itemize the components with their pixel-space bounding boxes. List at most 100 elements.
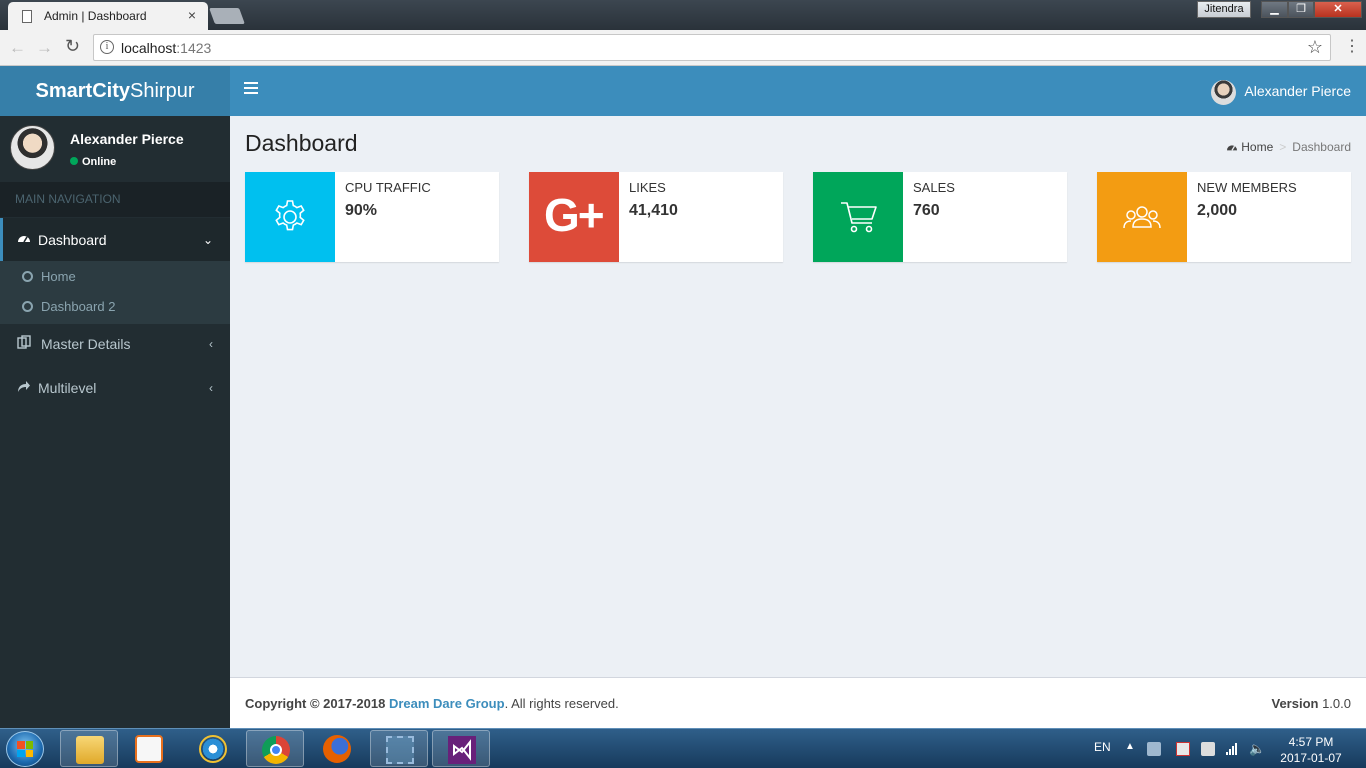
avatar	[1211, 79, 1237, 105]
info-box-icon	[1097, 172, 1187, 262]
internet-explorer-icon	[199, 735, 227, 763]
taskbar-explorer[interactable]	[60, 730, 118, 767]
user-menu[interactable]: Alexander Pierce	[1211, 78, 1351, 105]
volume-icon[interactable]: 🔈	[1249, 742, 1265, 756]
taskbar: EN ▲ 🔈 4:57 PM 2017-01-07	[0, 728, 1366, 768]
tools-icon	[386, 736, 414, 764]
start-button[interactable]	[6, 731, 44, 767]
system-clock[interactable]: 4:57 PM 2017-01-07	[1276, 734, 1346, 766]
app-logo[interactable]: SmartCityShirpur	[0, 66, 230, 116]
taskbar-visual-studio[interactable]	[432, 730, 490, 767]
info-box-new-members: NEW MEMBERS 2,000	[1097, 172, 1351, 262]
sidebar-item-master-details[interactable]: Master Details ‹	[0, 322, 230, 366]
sidebar-item-label: Multilevel	[38, 380, 97, 396]
copyright-text: Copyright © 2017-2018	[245, 696, 389, 711]
breadcrumb-home[interactable]: Home	[1241, 140, 1273, 154]
forward-icon[interactable]: →	[36, 38, 53, 58]
device-icon[interactable]	[1201, 742, 1215, 756]
sidebar-subitem-dashboard2[interactable]: Dashboard 2	[0, 292, 230, 322]
sidebar-item-label: Dashboard	[38, 232, 107, 248]
sidebar-item-dashboard[interactable]: Dashboard ⌄	[0, 218, 230, 262]
taskbar-chrome[interactable]	[246, 730, 304, 767]
media-player-icon	[135, 735, 163, 763]
folder-icon	[76, 736, 104, 764]
windows-logo-icon	[17, 741, 33, 757]
logo-bold: SmartCity	[35, 80, 130, 102]
sidebar-item-label: Master Details	[41, 336, 131, 352]
tab-close-icon[interactable]: ×	[188, 7, 196, 23]
url-text[interactable]: localhost:1423	[121, 40, 211, 56]
url-host: localhost	[121, 40, 177, 56]
page-footer: Copyright © 2017-2018 Dream Dare Group. …	[230, 677, 1366, 728]
tab-title: Admin | Dashboard	[44, 9, 147, 23]
online-dot-icon	[70, 157, 78, 165]
status-text: Online	[82, 156, 117, 168]
breadcrumb-current: Dashboard	[1292, 140, 1351, 154]
info-box-label: NEW MEMBERS	[1197, 180, 1297, 195]
bookmark-star-icon[interactable]: ☆	[1307, 37, 1323, 58]
version-value: 1.0.0	[1318, 696, 1351, 711]
chrome-icon	[262, 736, 290, 764]
info-box-sales: SALES 760	[813, 172, 1067, 262]
info-box-cpu-traffic: CPU TRAFFIC 90%	[245, 172, 499, 262]
clock-date: 2017-01-07	[1280, 751, 1342, 765]
maximize-button[interactable]: ❐	[1288, 1, 1314, 18]
circle-icon	[22, 271, 33, 282]
chevron-left-icon: ‹	[209, 381, 213, 395]
firefox-icon	[323, 735, 351, 763]
subitem-label: Dashboard 2	[41, 299, 116, 314]
share-icon	[17, 366, 31, 410]
info-box-value: 90%	[345, 202, 378, 219]
browser-tab[interactable]: Admin | Dashboard ×	[8, 2, 208, 30]
address-bar[interactable]: i localhost:1423 ☆	[93, 34, 1331, 61]
info-box-value: 760	[913, 202, 940, 219]
browser-menu-icon[interactable]: ⋮	[1344, 36, 1360, 56]
sidebar: Alexander Pierce Online MAIN NAVIGATION …	[0, 116, 230, 768]
sidebar-section-header: MAIN NAVIGATION	[0, 182, 230, 217]
info-box-value: 41,410	[629, 202, 678, 219]
new-tab-button[interactable]	[209, 8, 245, 24]
rights-text: . All rights reserved.	[504, 696, 619, 711]
chevron-left-icon: ‹	[209, 337, 213, 351]
users-icon	[1123, 206, 1161, 229]
taskbar-firefox[interactable]	[308, 730, 366, 767]
company-link[interactable]: Dream Dare Group	[389, 696, 505, 711]
taskbar-ie[interactable]	[184, 730, 242, 767]
back-icon[interactable]: ←	[9, 38, 26, 58]
taskbar-media-player[interactable]	[120, 730, 178, 767]
version: Version 1.0.0	[1272, 696, 1352, 711]
page-title: Dashboard	[245, 130, 358, 156]
info-box-icon	[245, 172, 335, 262]
page-icon	[22, 10, 32, 23]
clock-time: 4:57 PM	[1288, 735, 1334, 749]
info-box-label: LIKES	[629, 180, 666, 195]
signal-icon[interactable]	[1225, 742, 1239, 756]
top-navbar: Alexander Pierce	[230, 66, 1366, 116]
window-user-badge[interactable]: Jitendra	[1197, 1, 1251, 18]
sidebar-item-multilevel[interactable]: Multilevel ‹	[0, 366, 230, 410]
sidebar-user-name: Alexander Pierce	[70, 131, 184, 147]
sidebar-subitem-home[interactable]: Home	[0, 262, 230, 292]
info-box-label: SALES	[913, 180, 955, 195]
info-box-likes: G+ LIKES 41,410	[529, 172, 783, 262]
minimize-button[interactable]: ▁	[1261, 1, 1288, 18]
url-port: :1423	[176, 40, 212, 56]
gear-icon	[275, 200, 305, 231]
info-box-value: 2,000	[1197, 202, 1238, 219]
taskbar-tool[interactable]	[370, 730, 428, 767]
network-drive-icon[interactable]	[1147, 742, 1161, 756]
browser-toolbar: ← → ↻ i localhost:1423 ☆ ⋮	[0, 30, 1366, 66]
info-box-icon	[813, 172, 903, 262]
logo-light: Shirpur	[130, 80, 195, 102]
user-panel: Alexander Pierce Online	[0, 116, 230, 182]
language-indicator[interactable]: EN	[1094, 740, 1111, 754]
tray-expand-icon[interactable]: ▲	[1125, 741, 1135, 752]
cart-icon	[841, 202, 877, 233]
reload-icon[interactable]: ↻	[65, 36, 80, 57]
info-icon[interactable]: i	[100, 40, 114, 54]
subitem-label: Home	[41, 269, 76, 284]
info-box-label: CPU TRAFFIC	[345, 180, 431, 195]
action-center-icon[interactable]	[1176, 742, 1190, 756]
sidebar-toggle-icon[interactable]	[244, 82, 258, 97]
close-window-button[interactable]: ✕	[1314, 1, 1362, 18]
